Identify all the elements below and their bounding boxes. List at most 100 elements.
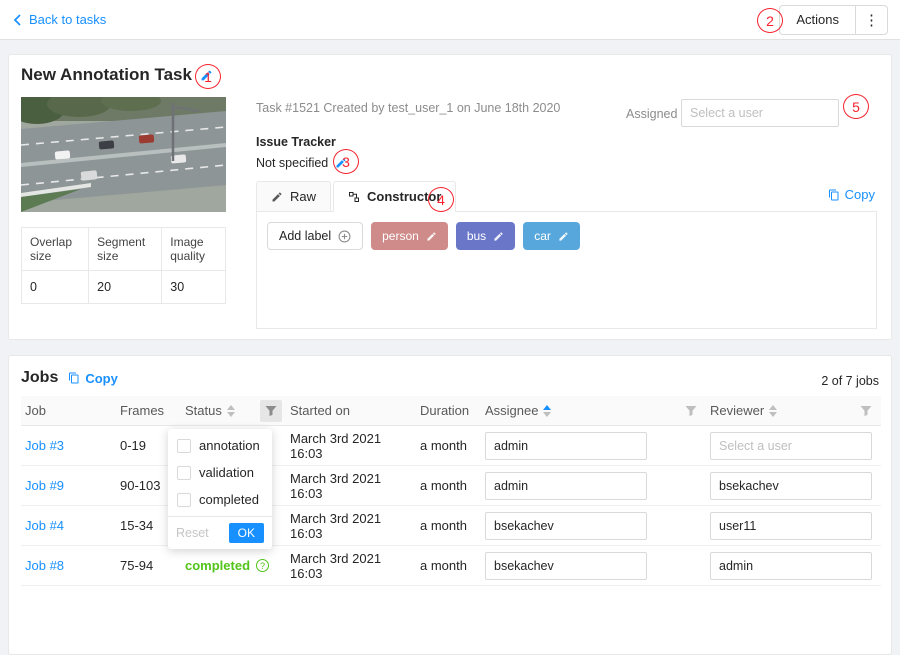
filter-ok-button[interactable]: OK [229,523,264,543]
jobs-table-header: Job Frames Status Started on Duration As… [21,396,881,426]
status-completed-text: completed [185,558,250,573]
labels-copy-button[interactable]: Copy [828,187,875,202]
reviewer-input[interactable] [710,432,872,460]
back-to-tasks-link[interactable]: Back to tasks [12,12,106,27]
jobs-title: Jobs [21,369,58,387]
frames-cell: 15-34 [120,518,153,533]
copy-icon [68,372,80,384]
annotation-circle-5: 5 [843,94,869,119]
filter-reset-button[interactable]: Reset [176,526,209,540]
label-chip-car-text: car [534,229,551,243]
param-value-quality: 30 [162,271,226,304]
add-label-text: Add label [279,229,331,243]
status-cell: completed ? [185,558,269,573]
duration-cell: a month [420,558,467,573]
reviewer-input[interactable] [710,472,872,500]
reviewer-input[interactable] [710,552,872,580]
filter-option-annotation[interactable]: annotation [168,432,272,459]
label-chip-car[interactable]: car [523,222,580,250]
pencil-icon[interactable] [426,231,437,242]
filter-option-label: annotation [199,438,260,453]
duration-cell: a month [420,518,467,533]
status-sort-icon[interactable] [227,405,235,417]
chevron-left-icon [12,13,22,27]
jobs-copy-button[interactable]: Copy [68,371,118,386]
param-header-overlap: Overlap size [22,228,89,271]
actions-button[interactable]: Actions [779,5,856,35]
jobs-card: Jobs Copy 2 of 7 jobs Job Frames Status [8,355,892,655]
label-chip-bus-text: bus [467,229,486,243]
task-title-row: New Annotation Task [21,65,213,85]
assignee-input[interactable] [485,472,647,500]
job-link[interactable]: Job #8 [25,558,64,573]
table-row: Job #4 15-34 March 3rd 2021 16:03 a mont… [21,506,881,546]
param-value-segment: 20 [89,271,162,304]
status-info-icon[interactable]: ? [256,559,269,572]
task-meta: Task #1521 Created by test_user_1 on Jun… [256,101,560,115]
param-header-quality: Image quality [162,228,226,271]
pencil-icon[interactable] [558,231,569,242]
annotation-circle-3: 3 [333,149,359,174]
assignee-input[interactable] [485,512,647,540]
assignee-filter-icon[interactable] [680,400,702,422]
table-row: Job #8 75-94 completed ? March 3rd 2021 … [21,546,881,586]
checkbox[interactable] [177,493,191,507]
thumbnail-image [21,97,226,212]
assignee-sort-icon[interactable] [543,405,551,417]
more-menu-button[interactable]: ⋮ [856,5,888,35]
param-header-segment: Segment size [89,228,162,271]
pencil-icon[interactable] [493,231,504,242]
label-chip-person[interactable]: person [371,222,448,250]
constructor-icon [348,191,360,203]
tab-raw[interactable]: Raw [256,181,331,212]
task-thumbnail [21,97,226,212]
reviewer-input[interactable] [710,512,872,540]
label-chip-person-text: person [382,229,419,243]
jobs-title-row: Jobs Copy [21,369,118,387]
col-duration: Duration [420,403,469,418]
plus-circle-icon [338,230,351,243]
status-filter-dropdown: annotation validation completed Reset OK [168,429,272,549]
task-params-table: Overlap size Segment size Image quality … [21,227,226,304]
reviewer-filter-icon[interactable] [855,400,877,422]
checkbox[interactable] [177,466,191,480]
labels-copy-label: Copy [845,187,875,202]
col-assignee: Assignee [485,403,538,418]
jobs-table: Job Frames Status Started on Duration As… [21,396,881,586]
started-cell: March 3rd 2021 16:03 [290,511,412,541]
col-reviewer: Reviewer [710,403,764,418]
filter-option-completed[interactable]: completed [168,486,272,513]
frames-cell: 90-103 [120,478,160,493]
task-assignee-input[interactable] [681,99,839,127]
tab-raw-label: Raw [290,189,316,204]
started-cell: March 3rd 2021 16:03 [290,471,412,501]
issue-tracker-value: Not specified [256,156,328,170]
label-chip-bus[interactable]: bus [456,222,515,250]
param-value-overlap: 0 [22,271,89,304]
table-row: Job #3 0-19 March 3rd 2021 16:03 a month [21,426,881,466]
col-started: Started on [290,403,350,418]
job-link[interactable]: Job #9 [25,478,64,493]
assignee-input[interactable] [485,432,647,460]
filter-option-validation[interactable]: validation [168,459,272,486]
issue-tracker-label: Issue Tracker [256,135,336,149]
annotation-circle-4: 4 [428,187,454,212]
frames-cell: 0-19 [120,438,146,453]
task-title: New Annotation Task [21,65,192,85]
job-link[interactable]: Job #3 [25,438,64,453]
jobs-count: 2 of 7 jobs [821,374,879,388]
copy-icon [828,189,840,201]
job-link[interactable]: Job #4 [25,518,64,533]
status-filter-icon[interactable] [260,400,282,422]
add-label-button[interactable]: Add label [267,222,363,250]
table-row: Job #9 90-103 March 3rd 2021 16:03 a mon… [21,466,881,506]
started-cell: March 3rd 2021 16:03 [290,551,412,581]
assignee-input[interactable] [485,552,647,580]
col-job: Job [25,403,46,418]
reviewer-sort-icon[interactable] [769,405,777,417]
jobs-copy-label: Copy [85,371,118,386]
ellipsis-vertical-icon: ⋮ [864,11,879,29]
filter-option-label: validation [199,465,254,480]
back-link-label: Back to tasks [29,12,106,27]
checkbox[interactable] [177,439,191,453]
